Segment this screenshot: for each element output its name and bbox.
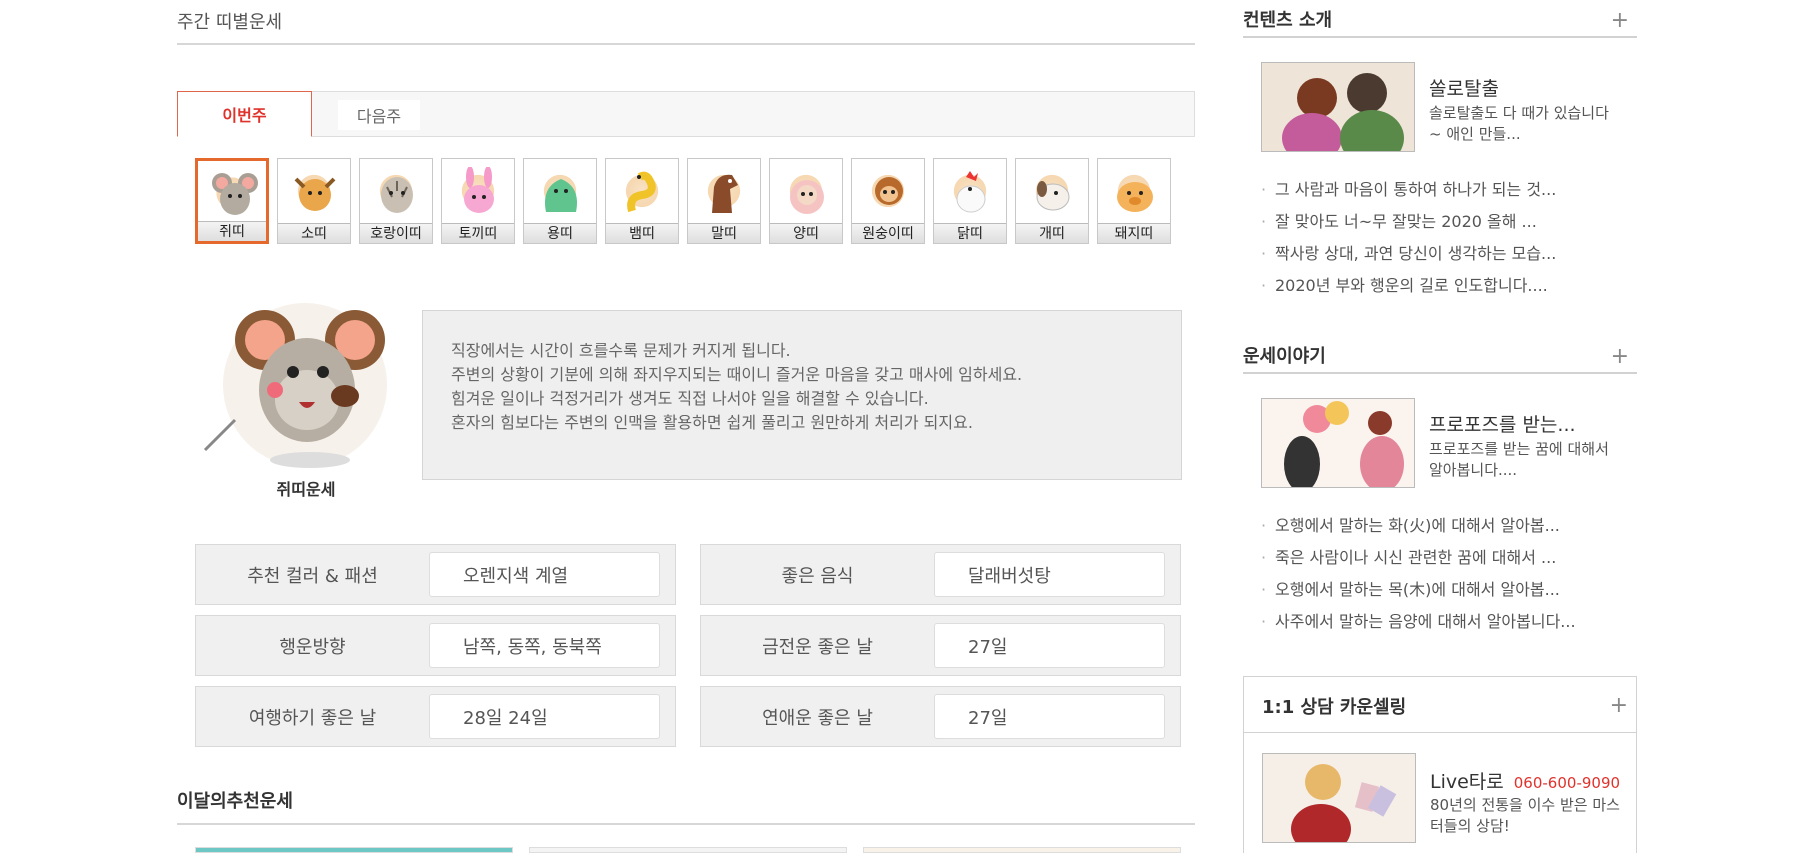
zodiac-horse[interactable]: 말띠 [687,158,761,244]
more-plus-icon[interactable]: + [1611,8,1629,33]
story-list: 오행에서 말하는 화(火)에 대해서 알아봅... 죽은 사람이나 시신 관련한… [1243,510,1637,638]
more-plus-icon[interactable]: + [1611,344,1629,369]
counsel-desc: 80년의 전통을 이수 받은 마스터들의 상담! [1430,796,1620,835]
tarot-reader-image-icon[interactable] [1262,753,1416,843]
rabbit-icon [444,161,512,221]
counsel-phone[interactable]: 060-600-9090 [1514,774,1620,792]
contents-list: 그 사람과 마음이 통하여 하나가 되는 것... 잘 맞아도 너~무 잘맞는 … [1243,174,1637,302]
zodiac-rooster[interactable]: 닭띠 [933,158,1007,244]
horse-icon [690,161,758,221]
dragon-icon [526,161,594,221]
counsel-header: 1:1 상담 카운셀링 + [1244,677,1636,733]
page: 주간 띠별운세 이번주 다음주 쥐띠 소띠 호랑이띠 토끼띠 용띠 뱀띠 말띠 … [0,0,1794,853]
info-lucky-direction: 행운방향 남쪽, 동쪽, 동북쪽 [195,615,676,676]
info-color-fashion: 추천 컬러 & 패션 오렌지색 계열 [195,544,676,605]
fortune-line: 혼자의 힘보다는 주변의 인맥을 활용하면 쉽게 풀리고 원만하게 처리가 되지… [451,413,973,432]
week-tabs: 이번주 다음주 [177,91,1195,137]
more-plus-icon[interactable]: + [1610,693,1628,718]
ox-icon [280,161,348,221]
zodiac-rat[interactable]: 쥐띠 [195,158,269,244]
tab-next-week[interactable]: 다음주 [338,100,420,130]
fortune-line: 힘겨운 일이나 걱정거리가 생겨도 직접 나서야 일을 해결할 수 있습니다. [451,389,929,408]
recommend-thumb[interactable] [529,847,847,853]
list-item[interactable]: 죽은 사람이나 시신 관련한 꿈에 대해서 ... [1243,542,1637,574]
main-content: 주간 띠별운세 이번주 다음주 쥐띠 소띠 호랑이띠 토끼띠 용띠 뱀띠 말띠 … [177,0,1195,853]
tiger-icon [362,161,430,221]
monthly-recommend-title: 이달의추천운세 [177,787,1195,825]
fortune-line: 직장에서는 시간이 흐를수록 문제가 커지게 됩니다. [451,341,791,360]
list-item[interactable]: 잘 맞아도 너~무 잘맞는 2020 올해 ... [1243,206,1637,238]
tab-this-week[interactable]: 이번주 [177,91,312,137]
rat-icon [200,163,264,223]
story-feature[interactable]: 프로포즈를 받는... 프로포즈를 받는 꿈에 대해서 알아봅니다.... [1243,398,1637,502]
snake-icon [608,161,676,221]
recommend-thumb[interactable] [863,847,1181,853]
info-travel-day: 여행하기 좋은 날 28일 24일 [195,686,676,747]
counsel-panel: 1:1 상담 카운셀링 + Live타로 060-600-9090 80년의 전통… [1243,676,1637,853]
zodiac-tiger[interactable]: 호랑이띠 [359,158,433,244]
list-item[interactable]: 오행에서 말하는 화(火)에 대해서 알아봅... [1243,510,1637,542]
zodiac-monkey[interactable]: 원숭이띠 [851,158,925,244]
contents-header: 컨텐츠 소개 + [1243,0,1637,38]
sidebar: 컨텐츠 소개 + 쏠로탈출 솔로탈출도 다 때가 있습니다~ 애인 만들... … [1243,0,1637,638]
couple-image-icon [1261,62,1415,152]
story-header: 운세이야기 + [1243,336,1637,374]
rooster-icon [936,161,1004,221]
fortune-line: 주변의 상황이 기분에 의해 좌지우지되는 때이니 즐거운 마음을 갖고 매사에… [451,365,1023,384]
fortune-text: 직장에서는 시간이 흐를수록 문제가 커지게 됩니다. 주변의 상황이 기분에 … [422,310,1182,480]
contents-feature[interactable]: 쏠로탈출 솔로탈출도 다 때가 있습니다~ 애인 만들... [1243,62,1637,166]
sheep-icon [772,161,840,221]
fortune-label: 쥐띠운세 [276,480,336,499]
counsel-name: Live타로 060-600-9090 [1430,771,1621,793]
zodiac-dog[interactable]: 개띠 [1015,158,1089,244]
zodiac-rabbit[interactable]: 토끼띠 [441,158,515,244]
pig-icon [1100,161,1168,221]
recommend-thumb[interactable] [195,847,513,853]
fortune-panel: 쥐띠운세 직장에서는 시간이 흐를수록 문제가 커지게 됩니다. 주변의 상황이… [195,290,1195,505]
dog-icon [1018,161,1086,221]
page-title: 주간 띠별운세 [177,0,1195,45]
zodiac-sheep[interactable]: 양띠 [769,158,843,244]
zodiac-pig[interactable]: 돼지띠 [1097,158,1171,244]
list-item[interactable]: 2020년 부와 행운의 길로 인도합니다.... [1243,270,1637,302]
zodiac-selector: 쥐띠 소띠 호랑이띠 토끼띠 용띠 뱀띠 말띠 양띠 원숭이띠 닭띠 개띠 돼지… [195,158,1171,244]
info-good-food: 좋은 음식 달래버섯탕 [700,544,1181,605]
list-item[interactable]: 짝사랑 상대, 과연 당신이 생각하는 모습... [1243,238,1637,270]
zodiac-dragon[interactable]: 용띠 [523,158,597,244]
list-item[interactable]: 오행에서 말하는 목(木)에 대해서 알아봅... [1243,574,1637,606]
monkey-icon [854,161,922,221]
proposal-image-icon [1261,398,1415,488]
list-item[interactable]: 사주에서 말하는 음양에 대해서 알아봅니다... [1243,606,1637,638]
info-money-day: 금전운 좋은 날 27일 [700,615,1181,676]
zodiac-ox[interactable]: 소띠 [277,158,351,244]
info-love-day: 연애운 좋은 날 27일 [700,686,1181,747]
rat-illustration-icon [195,290,415,475]
list-item[interactable]: 그 사람과 마음이 통하여 하나가 되는 것... [1243,174,1637,206]
zodiac-snake[interactable]: 뱀띠 [605,158,679,244]
